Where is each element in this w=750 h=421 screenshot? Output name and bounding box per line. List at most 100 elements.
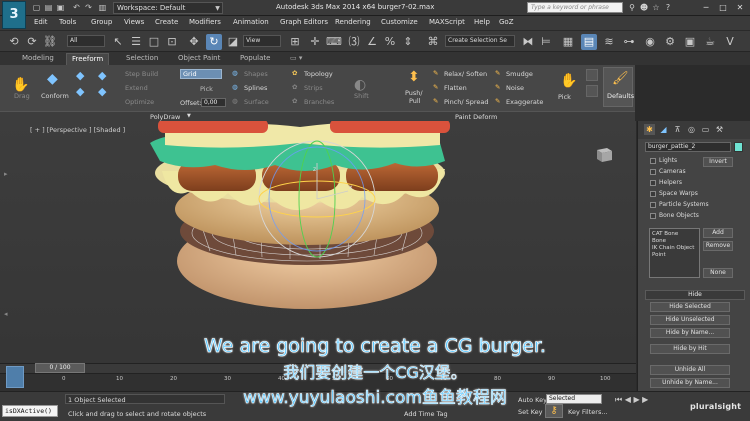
set-key-label[interactable]: Set Key <box>518 408 543 416</box>
invert-button[interactable]: Invert <box>703 157 733 167</box>
modify-tab-icon[interactable]: ◢ <box>658 124 669 135</box>
conform-brush-3-icon[interactable]: ◆ <box>76 85 84 98</box>
exaggerate-button[interactable]: Exaggerate <box>506 98 543 106</box>
pick-brush-label[interactable]: Pick <box>558 93 571 101</box>
topology-button[interactable]: Topology <box>304 70 333 78</box>
pinch-spread-button[interactable]: Pinch/ Spread <box>444 98 489 106</box>
menu-group[interactable]: Group <box>91 18 112 26</box>
reference-coordinate-dropdown[interactable]: View <box>243 35 281 47</box>
link-icon[interactable]: ⛓ <box>42 34 58 50</box>
maximize-button[interactable]: □ <box>716 2 730 14</box>
remove-button[interactable]: Remove <box>703 241 733 251</box>
selection-region-icon[interactable]: □ <box>146 34 162 50</box>
ribbon-options-icon[interactable]: ▭ ▾ <box>290 54 302 62</box>
pick-label[interactable]: Pick <box>200 85 213 93</box>
push-label[interactable]: Push/ <box>405 89 423 97</box>
noise-button[interactable]: Noise <box>506 84 524 92</box>
curve-editor-icon[interactable]: ≋ <box>601 34 617 50</box>
push-pull-icon[interactable]: ⬍ <box>408 69 420 85</box>
ribbon-toggle-icon[interactable]: ▤ <box>581 34 597 50</box>
spinner-snap-icon[interactable]: ⇕ <box>400 34 416 50</box>
extend-button[interactable]: Extend <box>125 84 148 92</box>
window-crossing-icon[interactable]: ⊡ <box>164 34 180 50</box>
percent-snap-icon[interactable]: % <box>382 34 398 50</box>
polydraw-chevron-icon[interactable]: ▼ <box>187 113 191 119</box>
new-file-icon[interactable]: ▢ <box>32 3 41 12</box>
pick-brush-icon[interactable]: ✋ <box>560 73 577 89</box>
helpers-checkbox[interactable] <box>650 180 656 186</box>
menu-animation[interactable]: Animation <box>233 18 269 26</box>
workspace-dropdown[interactable]: Workspace: Default <box>113 2 223 14</box>
select-manipulate-icon[interactable]: ✛ <box>307 34 323 50</box>
menu-edit[interactable]: Edit <box>34 18 48 26</box>
move-icon[interactable]: ✥ <box>186 34 202 50</box>
menu-maxscript[interactable]: MAXScript <box>429 18 465 26</box>
tab-object-paint[interactable]: Object Paint <box>178 54 220 62</box>
redo-icon[interactable]: ↷ <box>84 3 93 12</box>
utilities-tab-icon[interactable]: ⚒ <box>714 124 725 135</box>
conform-brush-icon[interactable]: ◆ <box>76 69 84 82</box>
object-name-field[interactable]: burger_pattie_2 <box>645 142 731 152</box>
grid-dropdown[interactable]: Grid <box>180 69 222 79</box>
menu-tools[interactable]: Tools <box>59 18 76 26</box>
keyboard-shortcut-icon[interactable]: ⌨ <box>326 34 342 50</box>
search-input[interactable]: Type a keyword or phrase <box>527 2 623 13</box>
add-time-tag-button[interactable]: Add Time Tag <box>404 410 448 418</box>
menu-views[interactable]: Views <box>124 18 144 26</box>
scale-icon[interactable]: ◪ <box>225 34 241 50</box>
project-folder-icon[interactable]: ▥ <box>98 3 107 12</box>
close-button[interactable]: ✕ <box>733 2 747 14</box>
save-file-icon[interactable]: ▣ <box>56 3 65 12</box>
viewcube-icon[interactable] <box>594 145 614 163</box>
none-button[interactable]: None <box>703 268 733 278</box>
paint-deform-panel-label[interactable]: Paint Deform <box>455 113 497 121</box>
viewport-label[interactable]: [ + ] [Perspective ] [Shaded ] <box>30 126 125 134</box>
list-item[interactable]: Point <box>652 252 666 258</box>
motion-tab-icon[interactable]: ◎ <box>686 124 697 135</box>
select-object-icon[interactable]: ↖ <box>110 34 126 50</box>
drag-label[interactable]: Drag <box>14 92 30 100</box>
app-logo[interactable]: 3 <box>2 1 26 29</box>
hide-rollout-header[interactable]: Hide <box>645 290 745 300</box>
menu-graph-editors[interactable]: Graph Editors <box>280 18 328 26</box>
conform-brush-2-icon[interactable]: ◆ <box>98 69 106 82</box>
create-tab-icon[interactable]: ✱ <box>644 124 655 135</box>
selection-filter-dropdown[interactable]: All <box>67 35 105 47</box>
drag-icon[interactable]: ✋ <box>12 77 29 93</box>
list-item[interactable]: Bone <box>652 238 666 244</box>
material-editor-icon[interactable]: ◉ <box>642 34 658 50</box>
bone-objects-checkbox[interactable] <box>650 213 656 219</box>
expand-icon[interactable]: ▸ <box>4 170 14 180</box>
key-filters-button[interactable]: Key Filters... <box>568 408 608 416</box>
defaults-button[interactable]: 🖌 Defaults <box>603 67 634 107</box>
snap-toggle-icon[interactable]: ⑶ <box>346 34 362 50</box>
menu-help[interactable]: Help <box>474 18 490 26</box>
relax-soften-button[interactable]: Relax/ Soften <box>444 70 487 78</box>
menu-goz[interactable]: GoZ <box>499 18 514 26</box>
redo-tool-icon[interactable]: ⟳ <box>24 34 40 50</box>
cameras-checkbox[interactable] <box>650 169 656 175</box>
menu-rendering[interactable]: Rendering <box>335 18 371 26</box>
strips-button[interactable]: Strips <box>304 84 323 92</box>
menu-create[interactable]: Create <box>155 18 178 26</box>
render-setup-icon[interactable]: ⚙ <box>662 34 678 50</box>
shift-icon[interactable]: ◐ <box>354 77 366 93</box>
undo-tool-icon[interactable]: ⟲ <box>6 34 22 50</box>
mirror-brush-button[interactable] <box>586 69 598 81</box>
tab-freeform[interactable]: Freeform <box>66 53 110 65</box>
tab-populate[interactable]: Populate <box>240 54 270 62</box>
pull-label[interactable]: Pull <box>409 97 421 105</box>
scene-explorer-icon[interactable]: ▦ <box>560 34 576 50</box>
menu-customize[interactable]: Customize <box>381 18 418 26</box>
shapes-button[interactable]: Shapes <box>244 70 268 78</box>
tab-modeling[interactable]: Modeling <box>22 54 54 62</box>
edit-named-selection-icon[interactable]: ⌘ <box>425 34 441 50</box>
open-file-icon[interactable]: ▤ <box>44 3 53 12</box>
display-tab-icon[interactable]: ▭ <box>700 124 711 135</box>
object-color-swatch[interactable] <box>734 142 743 152</box>
hide-selected-button[interactable]: Hide Selected <box>650 302 730 312</box>
smudge-button[interactable]: Smudge <box>506 70 533 78</box>
list-item[interactable]: IK Chain Object <box>652 245 694 251</box>
vray-icon[interactable]: V <box>722 34 738 50</box>
schematic-view-icon[interactable]: ⊶ <box>621 34 637 50</box>
